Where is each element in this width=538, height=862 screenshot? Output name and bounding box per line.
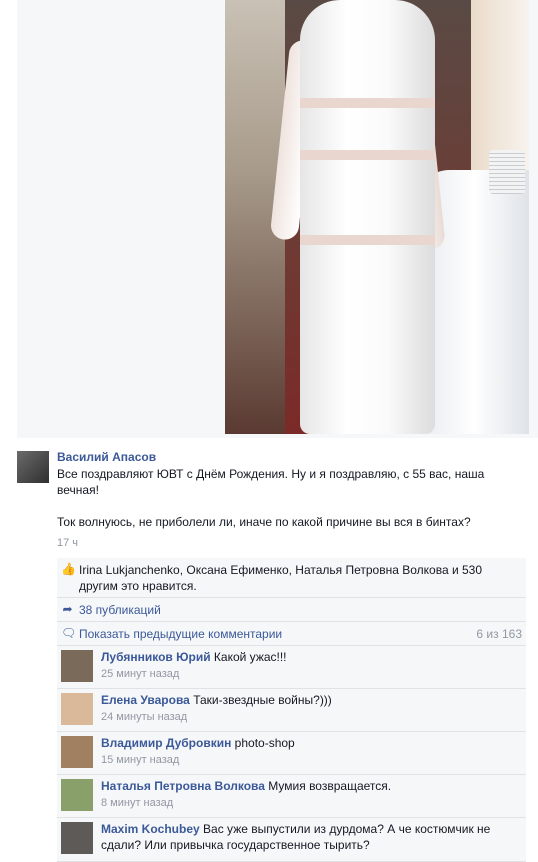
comment: Maxim Kochubey Вас уже выпустили из дурд… — [57, 818, 526, 862]
comment-time[interactable]: 8 минут назад — [101, 795, 520, 811]
feedback-section: 👍 Irina Lukjanchenko, Оксана Ефименко, Н… — [57, 558, 526, 862]
photo-dress-band — [300, 98, 435, 108]
comment: Наталья Петровна Волкова Мумия возвращае… — [57, 775, 526, 818]
photo-dress-band — [300, 150, 435, 160]
post-photo[interactable] — [225, 0, 529, 434]
speech-bubble-icon: 🗨 — [61, 626, 77, 640]
comment-text: Мумия возвращается. — [268, 779, 392, 793]
commenter-avatar[interactable] — [61, 779, 93, 811]
likes-text[interactable]: Irina Lukjanchenko, Оксана Ефименко, Нат… — [79, 563, 482, 593]
commenter-name[interactable]: Лубянников Юрий — [101, 650, 211, 664]
comment-time[interactable]: 25 минут назад — [101, 666, 520, 682]
commenter-name[interactable]: Наталья Петровна Волкова — [101, 779, 265, 793]
commenter-name[interactable]: Владимир Дубровкин — [101, 736, 231, 750]
comment-text: photo-shop — [234, 736, 295, 750]
comment: Владимир Дубровкин photo-shop 15 минут н… — [57, 732, 526, 775]
post-text: Все поздравляют ЮВТ с Днём Рождения. Ну … — [57, 467, 485, 529]
share-arrow-icon: ➦ — [62, 602, 73, 616]
comment-time[interactable]: 15 минут назад — [101, 752, 520, 768]
shares-text[interactable]: 38 публикаций — [79, 603, 161, 617]
photo-dress — [300, 0, 435, 434]
show-previous-comments-link[interactable]: Показать предыдущие комментарии — [79, 627, 282, 641]
photo-dress-band — [300, 235, 435, 245]
photo-plates — [489, 150, 525, 194]
author-avatar[interactable] — [17, 451, 49, 483]
author-name[interactable]: Василий Апасов — [57, 450, 156, 464]
comment-text: Какой ужас!!! — [213, 650, 287, 664]
thumbs-up-icon: 👍 — [61, 562, 76, 576]
comment-time[interactable]: 24 минуты назад — [101, 709, 520, 725]
comment: Елена Уварова Таки-звездные войны?))) 24… — [57, 689, 526, 732]
shares-summary[interactable]: ➦ 38 публикаций — [57, 598, 526, 622]
comments-count: 6 из 163 — [476, 627, 522, 641]
likes-summary: 👍 Irina Lukjanchenko, Оксана Ефименко, Н… — [57, 558, 526, 598]
commenter-name[interactable]: Maxim Kochubey — [101, 822, 200, 836]
commenter-avatar[interactable] — [61, 822, 93, 854]
commenter-avatar[interactable] — [61, 736, 93, 768]
commenter-avatar[interactable] — [61, 650, 93, 682]
photo-container — [17, 0, 538, 438]
comment-text: Таки-звездные войны?))) — [193, 693, 332, 707]
commenter-avatar[interactable] — [61, 693, 93, 725]
photo-guest-figure — [471, 0, 529, 170]
comment: Лубянников Юрий Какой ужас!!! 25 минут н… — [57, 646, 526, 689]
post-timestamp[interactable]: 17 ч — [57, 537, 78, 549]
previous-comments-row[interactable]: 🗨 Показать предыдущие комментарии 6 из 1… — [57, 622, 526, 646]
commenter-name[interactable]: Елена Уварова — [101, 693, 190, 707]
